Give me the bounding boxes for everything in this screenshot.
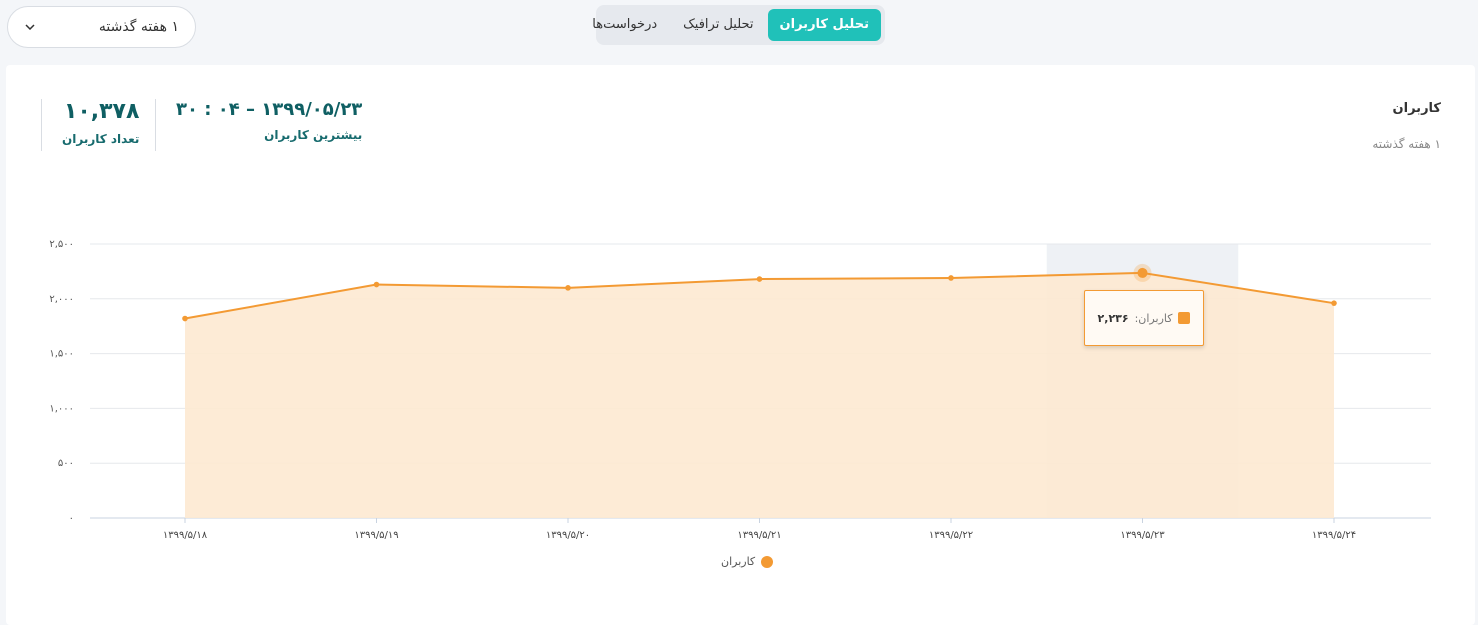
y-tick-label: ۵۰۰ — [58, 458, 74, 469]
data-point — [756, 276, 763, 282]
tooltip-series-name: کاربران: — [1134, 311, 1173, 325]
x-tick-label: ۱۳۹۹/۵/۲۰ — [546, 530, 590, 541]
y-tick-label: ۱,۰۰۰ — [49, 403, 74, 414]
x-tick-label: ۱۳۹۹/۵/۱۸ — [163, 530, 208, 541]
y-tick-label: ۱,۵۰۰ — [49, 349, 74, 360]
data-point — [565, 285, 571, 291]
users-area-chart: ۰ ۵۰۰ ۱,۰۰۰ ۱,۵۰۰ ۲,۰۰۰ ۲,۵۰۰ ۱۳۹۹/۵/۱۸ ۱۳۹۹/۵/… — [49, 239, 1431, 541]
tab-user-analysis[interactable]: تحلیل کاربران — [767, 9, 881, 41]
tab-bar: تحلیل کاربران تحلیل ترافیک درخواست‌ها — [592, 5, 885, 45]
x-tick-label: ۱۳۹۹/۵/۲۲ — [929, 530, 973, 541]
tooltip-value: ۲,۲۳۶ — [1097, 311, 1129, 325]
data-point — [373, 281, 380, 288]
data-point — [1331, 300, 1337, 306]
tooltip-swatch — [1178, 312, 1191, 324]
legend-marker — [761, 555, 774, 568]
legend-label: کاربران — [721, 555, 756, 568]
y-tick-label: ۲,۰۰۰ — [49, 294, 74, 305]
period-select[interactable]: ۱ هفته گذشته — [7, 6, 196, 48]
x-tick-label: ۱۳۹۹/۵/۲۳ — [1120, 530, 1165, 541]
chart-tooltip: کاربران: ۲,۲۳۶ — [1084, 290, 1204, 346]
chart-legend-item[interactable]: کاربران — [721, 555, 774, 568]
y-tick-label: ۰ — [69, 513, 74, 524]
data-point — [182, 315, 188, 322]
chevron-down-icon — [24, 21, 36, 33]
x-tick-label: ۱۳۹۹/۵/۲۴ — [1312, 530, 1356, 541]
tab-traffic-analysis[interactable]: تحلیل ترافیک — [671, 9, 765, 41]
users-card: کاربران ۱ هفته گذشته ۱۰,۳۷۸ تعداد کاربرا… — [6, 65, 1475, 625]
data-point — [1137, 267, 1148, 278]
tab-requests[interactable]: درخواست‌ها — [580, 9, 669, 41]
x-tick-label: ۱۳۹۹/۵/۱۹ — [354, 530, 398, 541]
x-tick-label: ۱۳۹۹/۵/۲۱ — [737, 530, 781, 541]
period-select-value: ۱ هفته گذشته — [98, 19, 179, 35]
y-tick-label: ۲,۵۰۰ — [49, 239, 74, 250]
data-point — [948, 275, 954, 281]
